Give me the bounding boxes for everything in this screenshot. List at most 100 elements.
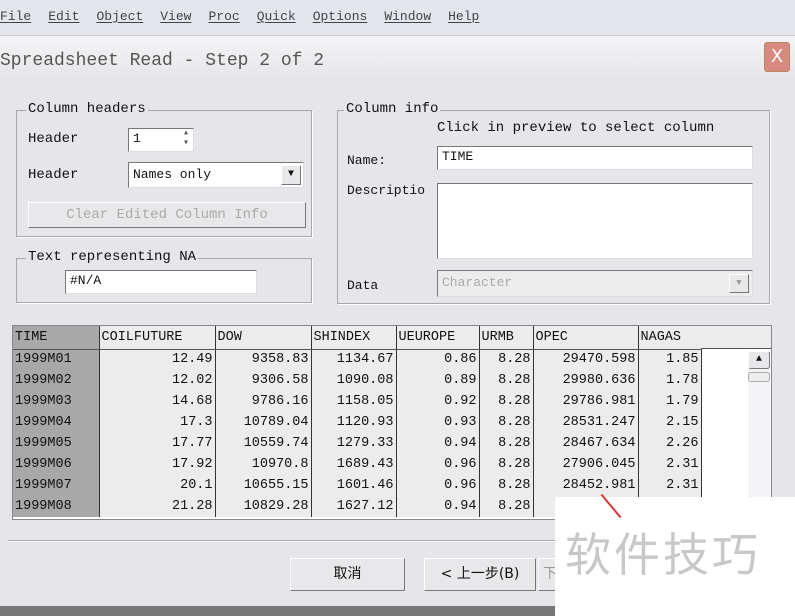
cell-ueurope[interactable]: 0.94	[396, 496, 480, 517]
cell-shindex[interactable]: 1134.67	[311, 349, 397, 370]
cell-coilfuture[interactable]: 17.3	[99, 412, 216, 433]
cell-time[interactable]: 1999M07	[13, 475, 100, 496]
cell-ueurope[interactable]: 0.89	[396, 370, 480, 391]
cell-time[interactable]: 1999M01	[13, 349, 100, 370]
cell-nagas[interactable]: 2.15	[638, 412, 702, 433]
cell-ueurope[interactable]: 0.93	[396, 412, 480, 433]
menu-quick[interactable]: Quick	[257, 9, 296, 24]
cell-dow[interactable]: 9786.16	[215, 391, 312, 412]
header-spinner[interactable]: 1 ▴ ▾	[128, 128, 194, 152]
cell-urmb[interactable]: 8.28	[479, 496, 534, 517]
cell-shindex[interactable]: 1120.93	[311, 412, 397, 433]
clear-column-info-button[interactable]: Clear Edited Column Info	[28, 202, 306, 228]
chevron-down-icon[interactable]: ▼	[281, 165, 301, 185]
cell-opec[interactable]: 29786.981	[533, 391, 639, 412]
cell-urmb[interactable]: 8.28	[479, 349, 534, 370]
cell-dow[interactable]: 10970.8	[215, 454, 312, 475]
cell-ueurope[interactable]: 0.92	[396, 391, 480, 412]
cell-coilfuture[interactable]: 14.68	[99, 391, 216, 412]
cell-opec[interactable]: 27906.045	[533, 454, 639, 475]
column-header-shindex[interactable]: SHINDEX	[311, 326, 397, 350]
preview-grid[interactable]: TIME COILFUTURE DOW SHINDEX UEUROPE URMB OPEC N…	[12, 325, 772, 520]
cell-dow[interactable]: 9358.83	[215, 349, 312, 370]
table-row[interactable]: 1999M03 14.68 9786.16 1158.05 0.92 8.28 29786.…	[13, 391, 702, 412]
cell-dow[interactable]: 10789.04	[215, 412, 312, 433]
scroll-up-icon[interactable]: ▲	[748, 351, 770, 369]
column-header-nagas[interactable]: NAGAS	[638, 326, 702, 350]
cell-coilfuture[interactable]: 20.1	[99, 475, 216, 496]
cell-nagas[interactable]: 1.78	[638, 370, 702, 391]
header-type-select[interactable]: Names only ▼	[128, 162, 304, 188]
cell-dow[interactable]: 10559.74	[215, 433, 312, 454]
cell-nagas[interactable]: 2.31	[638, 454, 702, 475]
cell-nagas[interactable]: 2.26	[638, 433, 702, 454]
cell-time[interactable]: 1999M02	[13, 370, 100, 391]
menu-help[interactable]: Help	[448, 9, 479, 24]
close-button[interactable]: X	[764, 42, 790, 72]
table-row[interactable]: 1999M05 17.77 10559.74 1279.33 0.94 8.28 28467…	[13, 433, 702, 454]
cell-ueurope[interactable]: 0.86	[396, 349, 480, 370]
cell-opec[interactable]: 28467.634	[533, 433, 639, 454]
table-row[interactable]: 1999M02 12.02 9306.58 1090.08 0.89 8.28 29980.…	[13, 370, 702, 391]
menu-window[interactable]: Window	[384, 9, 431, 24]
cell-time[interactable]: 1999M04	[13, 412, 100, 433]
cell-shindex[interactable]: 1689.43	[311, 454, 397, 475]
cell-urmb[interactable]: 8.28	[479, 412, 534, 433]
data-type-select[interactable]: Character ▼	[437, 270, 753, 297]
column-header-dow[interactable]: DOW	[215, 326, 312, 350]
scroll-thumb[interactable]	[748, 372, 770, 382]
description-textarea[interactable]	[437, 183, 753, 259]
cell-shindex[interactable]: 1627.12	[311, 496, 397, 517]
menu-file[interactable]: File	[0, 9, 31, 24]
menu-options[interactable]: Options	[313, 9, 368, 24]
chevron-down-icon[interactable]: ▼	[729, 274, 749, 293]
column-header-urmb[interactable]: URMB	[479, 326, 534, 350]
cell-shindex[interactable]: 1090.08	[311, 370, 397, 391]
cell-opec[interactable]: 29470.598	[533, 349, 639, 370]
menu-view[interactable]: View	[160, 9, 191, 24]
menu-edit[interactable]: Edit	[48, 9, 79, 24]
cell-urmb[interactable]: 8.28	[479, 433, 534, 454]
column-header-time[interactable]: TIME	[13, 326, 100, 350]
table-row[interactable]: 1999M01 12.49 9358.83 1134.67 0.86 8.28 29470.…	[13, 349, 702, 370]
vertical-scrollbar[interactable]: ▲	[748, 351, 770, 519]
cell-nagas[interactable]: 1.79	[638, 391, 702, 412]
cell-opec[interactable]: 29980.636	[533, 370, 639, 391]
cell-urmb[interactable]: 8.28	[479, 454, 534, 475]
cell-ueurope[interactable]: 0.94	[396, 433, 480, 454]
back-button[interactable]: < 上一步(B)	[424, 558, 536, 591]
cell-shindex[interactable]: 1158.05	[311, 391, 397, 412]
cell-nagas[interactable]: 1.85	[638, 349, 702, 370]
cell-time[interactable]: 1999M08	[13, 496, 100, 517]
cell-coilfuture[interactable]: 17.77	[99, 433, 216, 454]
na-input[interactable]: #N/A	[65, 270, 257, 294]
cancel-button[interactable]: 取消	[290, 558, 405, 591]
column-header-coilfuture[interactable]: COILFUTURE	[99, 326, 216, 350]
column-header-opec[interactable]: OPEC	[533, 326, 639, 350]
table-row[interactable]: 1999M07 20.1 10655.15 1601.46 0.96 8.28 28452.…	[13, 475, 702, 496]
cell-coilfuture[interactable]: 12.49	[99, 349, 216, 370]
name-input[interactable]: TIME	[437, 146, 753, 170]
menu-object[interactable]: Object	[96, 9, 143, 24]
cell-time[interactable]: 1999M03	[13, 391, 100, 412]
cell-shindex[interactable]: 1279.33	[311, 433, 397, 454]
cell-dow[interactable]: 10829.28	[215, 496, 312, 517]
cell-shindex[interactable]: 1601.46	[311, 475, 397, 496]
cell-dow[interactable]: 10655.15	[215, 475, 312, 496]
table-row[interactable]: 1999M04 17.3 10789.04 1120.93 0.93 8.28 28531.…	[13, 412, 702, 433]
cell-coilfuture[interactable]: 21.28	[99, 496, 216, 517]
cell-ueurope[interactable]: 0.96	[396, 454, 480, 475]
table-row[interactable]: 1999M06 17.92 10970.8 1689.43 0.96 8.28 27906.…	[13, 454, 702, 475]
cell-dow[interactable]: 9306.58	[215, 370, 312, 391]
cell-nagas[interactable]: 2.31	[638, 475, 702, 496]
cell-ueurope[interactable]: 0.96	[396, 475, 480, 496]
cell-coilfuture[interactable]: 12.02	[99, 370, 216, 391]
cell-coilfuture[interactable]: 17.92	[99, 454, 216, 475]
cell-opec[interactable]: 28531.247	[533, 412, 639, 433]
spinner-arrows-icon[interactable]: ▴ ▾	[183, 129, 189, 149]
cell-urmb[interactable]: 8.28	[479, 475, 534, 496]
menu-proc[interactable]: Proc	[208, 9, 239, 24]
cell-urmb[interactable]: 8.28	[479, 391, 534, 412]
cell-opec[interactable]: 28452.981	[533, 475, 639, 496]
column-header-ueurope[interactable]: UEUROPE	[396, 326, 480, 350]
